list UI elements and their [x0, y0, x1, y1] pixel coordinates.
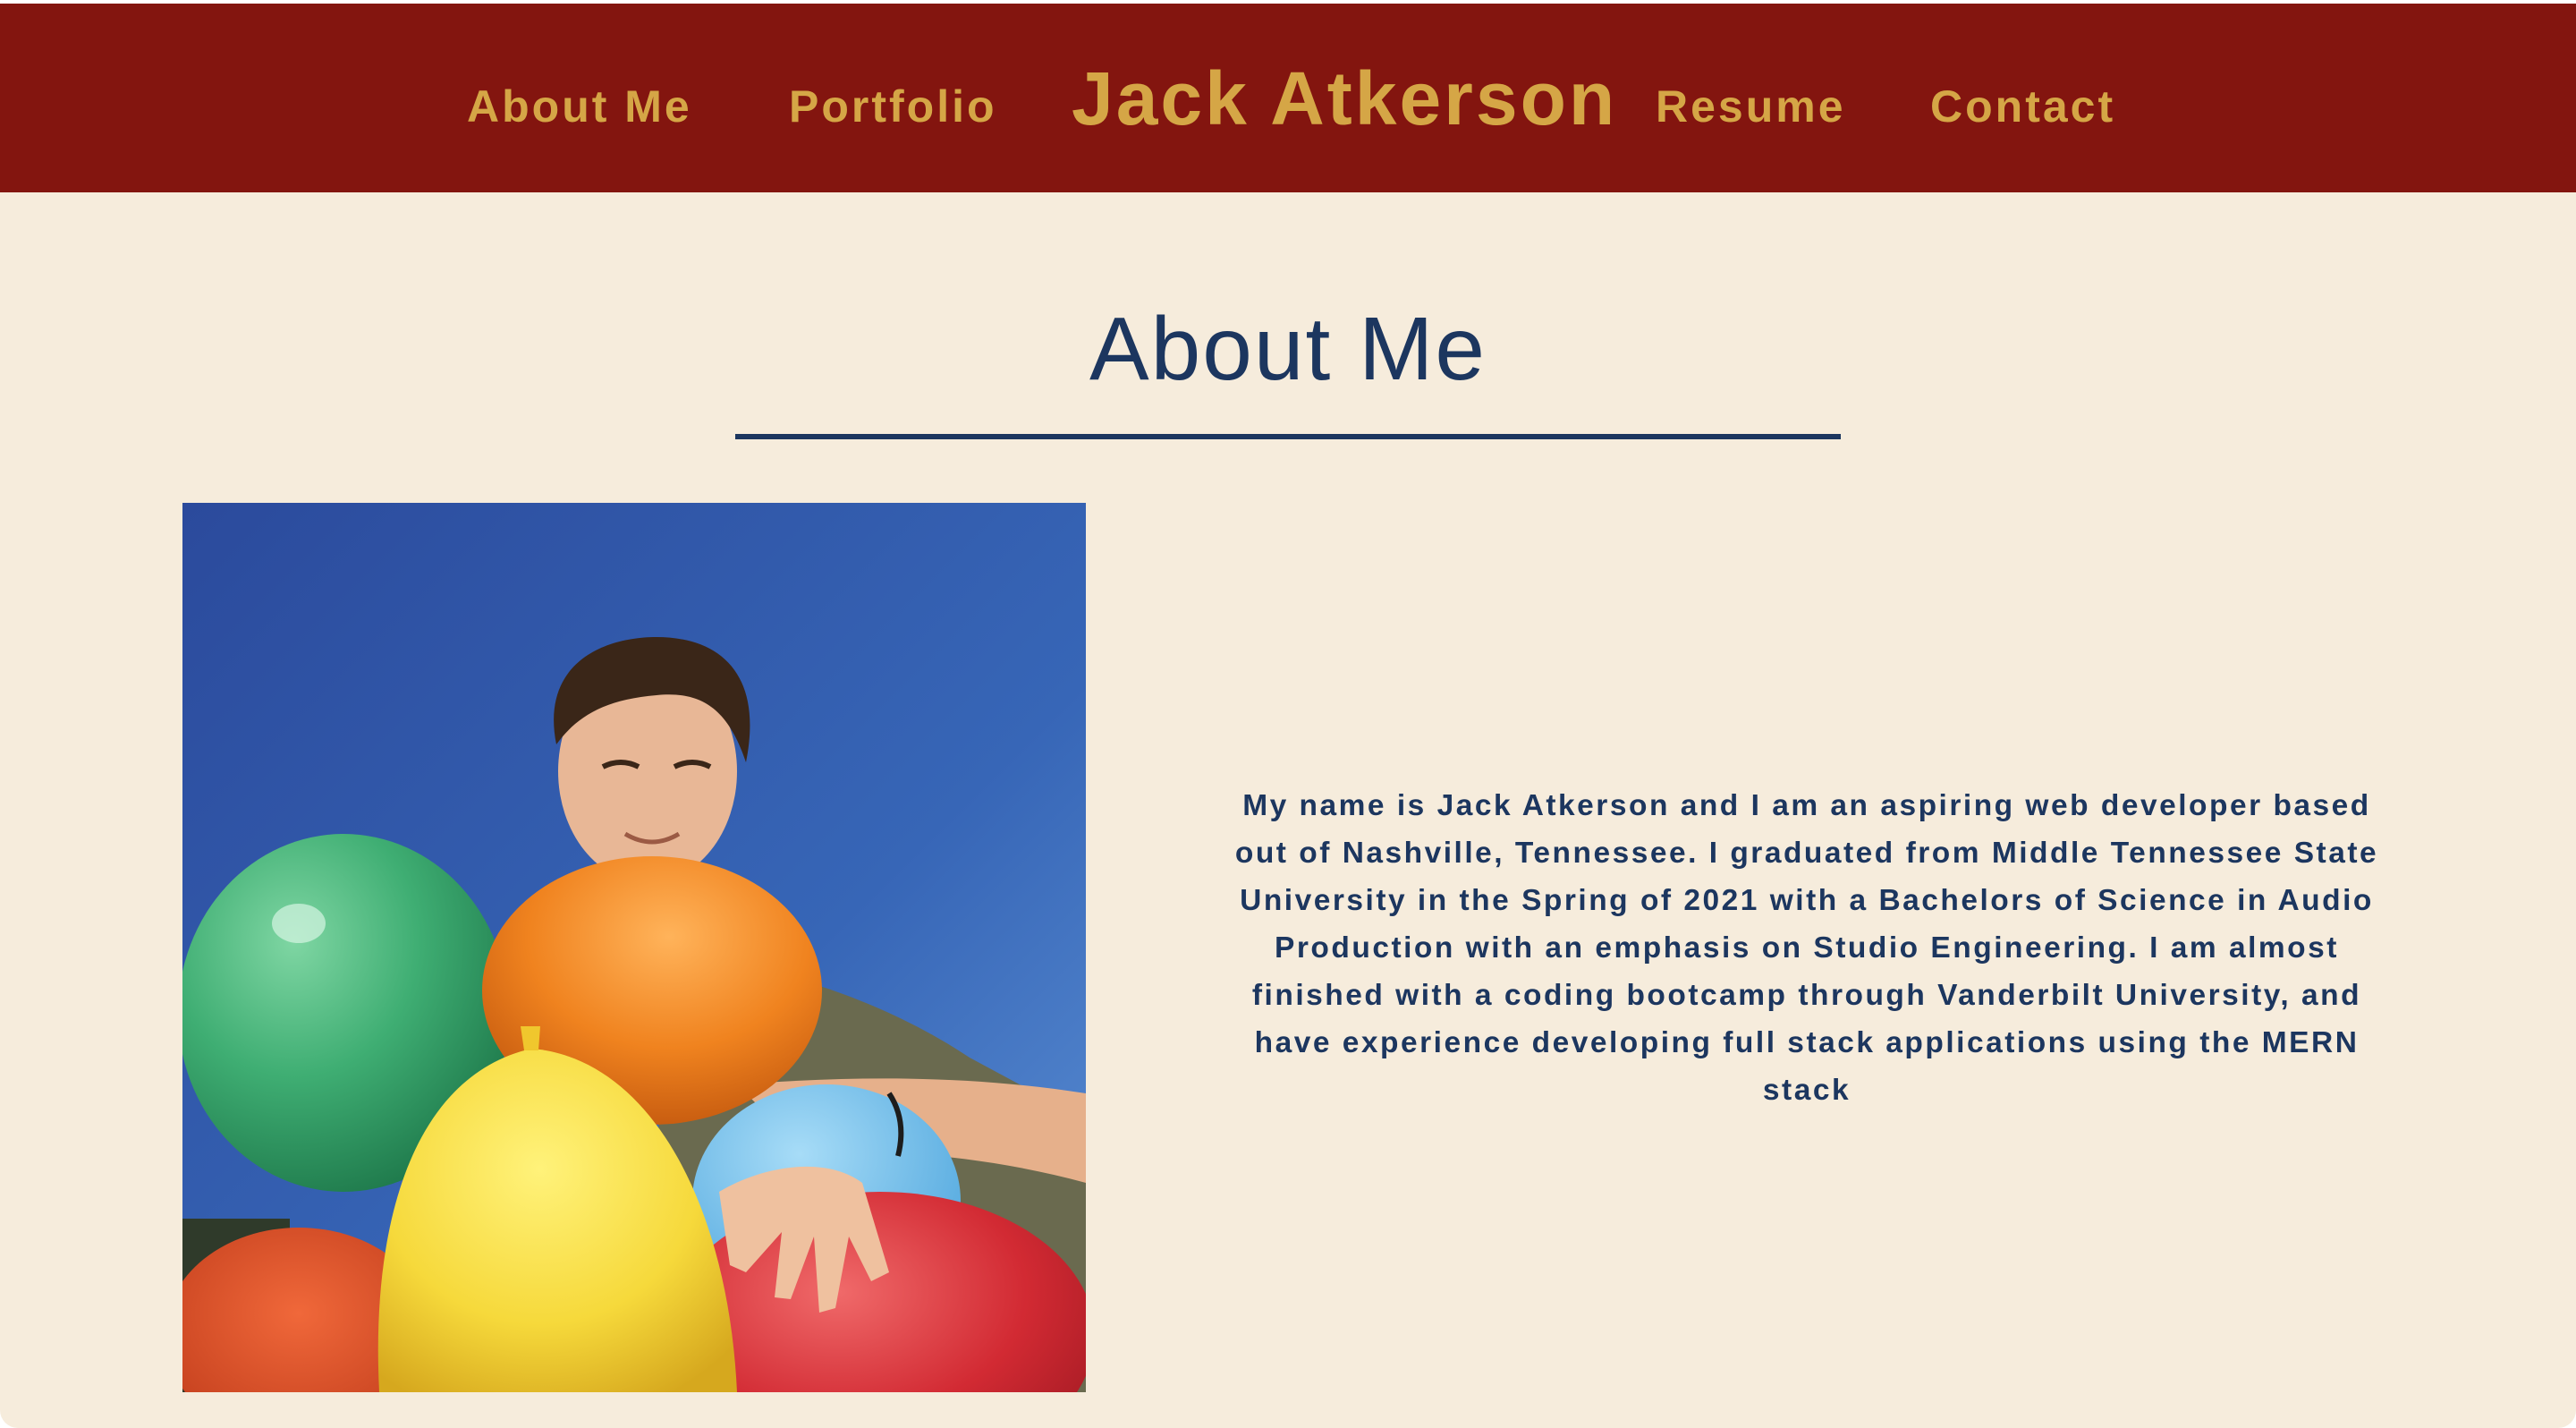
site-brand[interactable]: Jack Atkerson: [1072, 55, 1617, 141]
nav-about-me[interactable]: About Me: [467, 75, 692, 138]
profile-photo: [182, 503, 1086, 1392]
nav-portfolio[interactable]: Portfolio: [789, 75, 997, 138]
title-divider: [735, 434, 1841, 439]
nav-resume[interactable]: Resume: [1656, 75, 1846, 138]
site-header: About Me Portfolio Jack Atkerson Resume …: [0, 0, 2576, 192]
nav-contact[interactable]: Contact: [1930, 75, 2115, 138]
page: About Me Portfolio Jack Atkerson Resume …: [0, 0, 2576, 1428]
bio-text: My name is Jack Atkerson and I am an asp…: [1234, 789, 2379, 1107]
page-title: About Me: [1089, 299, 1487, 399]
